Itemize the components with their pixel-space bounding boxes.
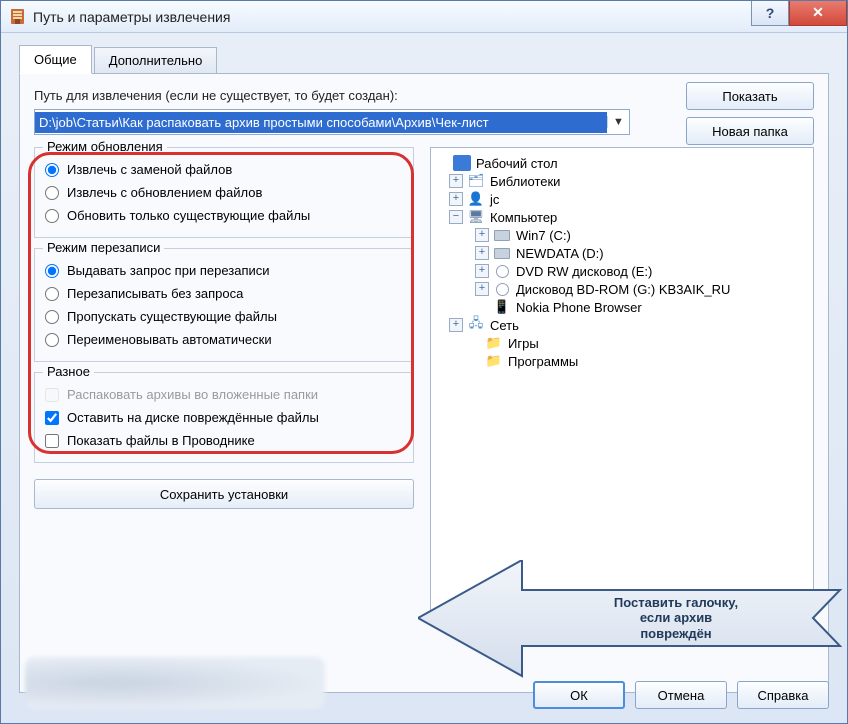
- folder-icon: 📁: [485, 353, 503, 369]
- libraries-icon: 🗂: [467, 173, 485, 189]
- collapse-icon[interactable]: −: [449, 210, 463, 224]
- radio-overwrite-noask[interactable]: Перезаписывать без запроса: [45, 282, 403, 305]
- ok-button[interactable]: ОК: [533, 681, 625, 709]
- drive-icon: [493, 227, 511, 243]
- dropdown-icon[interactable]: ▼: [607, 116, 629, 128]
- check-show-explorer[interactable]: Показать файлы в Проводнике: [45, 429, 403, 452]
- group-legend: Режим перезаписи: [43, 240, 164, 255]
- tree-node-drive-e[interactable]: +DVD RW дисковод (E:): [435, 262, 809, 280]
- folder-icon: 📁: [485, 335, 503, 351]
- expand-icon[interactable]: +: [475, 228, 489, 242]
- group-update-mode: Режим обновления Извлечь с заменой файло…: [34, 147, 414, 238]
- group-legend: Разное: [43, 364, 94, 379]
- app-icon: [9, 8, 27, 26]
- extract-path-value: D:\job\Статьи\Как распаковать архив прос…: [35, 112, 607, 133]
- tree-node-drive-d[interactable]: +NEWDATA (D:): [435, 244, 809, 262]
- tree-node-nokia[interactable]: 📱Nokia Phone Browser: [435, 298, 809, 316]
- expand-icon[interactable]: +: [449, 318, 463, 332]
- radio-extract-update[interactable]: Извлечь с обновлением файлов: [45, 181, 403, 204]
- folder-tree[interactable]: Рабочий стол +🗂Библиотеки +👤jc −🖥Компьют…: [430, 147, 814, 617]
- help-button[interactable]: [751, 1, 789, 26]
- expand-icon[interactable]: +: [475, 246, 489, 260]
- radio-ask-overwrite[interactable]: Выдавать запрос при перезаписи: [45, 259, 403, 282]
- close-button[interactable]: [789, 1, 847, 26]
- tree-node-user[interactable]: +👤jc: [435, 190, 809, 208]
- cancel-button[interactable]: Отмена: [635, 681, 727, 709]
- tree-node-drive-g[interactable]: +Дисковод BD-ROM (G:) KB3AIK_RU: [435, 280, 809, 298]
- user-icon: 👤: [467, 191, 485, 207]
- radio-update-existing[interactable]: Обновить только существующие файлы: [45, 204, 403, 227]
- dvd-icon: [493, 263, 511, 279]
- tab-general[interactable]: Общие: [19, 45, 92, 74]
- group-legend: Режим обновления: [43, 139, 167, 154]
- phone-icon: 📱: [493, 299, 511, 315]
- tab-strip: Общие Дополнительно: [19, 45, 829, 74]
- help-button[interactable]: Справка: [737, 681, 829, 709]
- tree-node-games[interactable]: 📁Игры: [435, 334, 809, 352]
- radio-extract-replace[interactable]: Извлечь с заменой файлов: [45, 158, 403, 181]
- tree-node-desktop[interactable]: Рабочий стол: [435, 154, 809, 172]
- drive-icon: [493, 245, 511, 261]
- window-title: Путь и параметры извлечения: [33, 9, 751, 25]
- check-extract-subfolders: Распаковать архивы во вложенные папки: [45, 383, 403, 406]
- expand-icon[interactable]: +: [449, 192, 463, 206]
- new-folder-button[interactable]: Новая папка: [686, 117, 814, 145]
- extract-path-combobox[interactable]: D:\job\Статьи\Как распаковать архив прос…: [34, 109, 630, 135]
- tree-node-libraries[interactable]: +🗂Библиотеки: [435, 172, 809, 190]
- expand-icon[interactable]: +: [475, 282, 489, 296]
- titlebar: Путь и параметры извлечения: [1, 1, 847, 33]
- expand-icon[interactable]: +: [475, 264, 489, 278]
- computer-icon: 🖥: [467, 209, 485, 225]
- callout-text: повреждён: [640, 626, 711, 642]
- tree-node-drive-c[interactable]: +Win7 (C:): [435, 226, 809, 244]
- radio-rename-auto[interactable]: Переименовывать автоматически: [45, 328, 403, 351]
- bdrom-icon: [493, 281, 511, 297]
- watermark-blur: [25, 657, 325, 709]
- group-misc: Разное Распаковать архивы во вложенные п…: [34, 372, 414, 463]
- radio-skip-existing[interactable]: Пропускать существующие файлы: [45, 305, 403, 328]
- tree-node-programs[interactable]: 📁Программы: [435, 352, 809, 370]
- show-button[interactable]: Показать: [686, 82, 814, 110]
- tree-node-network[interactable]: +🖧Сеть: [435, 316, 809, 334]
- tree-node-computer[interactable]: −🖥Компьютер: [435, 208, 809, 226]
- expand-icon[interactable]: +: [449, 174, 463, 188]
- desktop-icon: [453, 155, 471, 171]
- save-settings-button[interactable]: Сохранить установки: [34, 479, 414, 509]
- network-icon: 🖧: [467, 317, 485, 333]
- tab-panel: Показать Новая папка Путь для извлечения…: [19, 73, 829, 693]
- dialog-window: Путь и параметры извлечения Общие Дополн…: [0, 0, 848, 724]
- tab-advanced[interactable]: Дополнительно: [94, 47, 218, 76]
- check-keep-broken[interactable]: Оставить на диске повреждённые файлы: [45, 406, 403, 429]
- group-overwrite-mode: Режим перезаписи Выдавать запрос при пер…: [34, 248, 414, 362]
